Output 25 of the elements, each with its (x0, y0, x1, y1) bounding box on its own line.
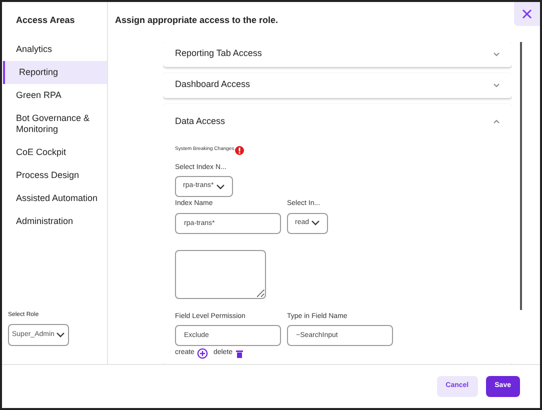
trash-icon[interactable] (236, 350, 243, 358)
accordion-header[interactable]: Dashboard Access (163, 72, 512, 98)
caret-icon (56, 332, 65, 338)
sidebar-item[interactable]: Reporting (3, 60, 107, 84)
chevron-down-icon (493, 82, 500, 88)
sidebar-item[interactable]: Green RPA (2, 84, 107, 106)
sidebar-item[interactable]: Process Design (2, 164, 107, 186)
caret-icon (216, 184, 225, 190)
chevron-up-icon (493, 119, 500, 124)
sidebar-item[interactable]: Analytics (2, 38, 107, 60)
sidebar-title: Access Areas (15, 14, 76, 27)
close-button[interactable] (514, 2, 540, 26)
sidebar-item[interactable]: Bot Governance & Monitoring (2, 106, 107, 140)
sidebar-item[interactable]: Administration (2, 210, 107, 232)
chevron-down-icon (493, 52, 500, 56)
sidebar-item[interactable]: CoE Cockpit (2, 140, 107, 164)
caret-icon (311, 220, 320, 226)
text-area[interactable] (175, 250, 266, 298)
add-icon[interactable] (197, 348, 208, 359)
accordion-header[interactable]: Reporting Tab Access (163, 42, 512, 66)
close-icon (522, 9, 532, 19)
page-title: Assign appropriate access to the role. (114, 14, 278, 27)
alert-icon (235, 146, 244, 154)
sidebar-item[interactable]: Assisted Automation (2, 186, 107, 210)
accordion-header[interactable]: Data Access (163, 104, 512, 134)
